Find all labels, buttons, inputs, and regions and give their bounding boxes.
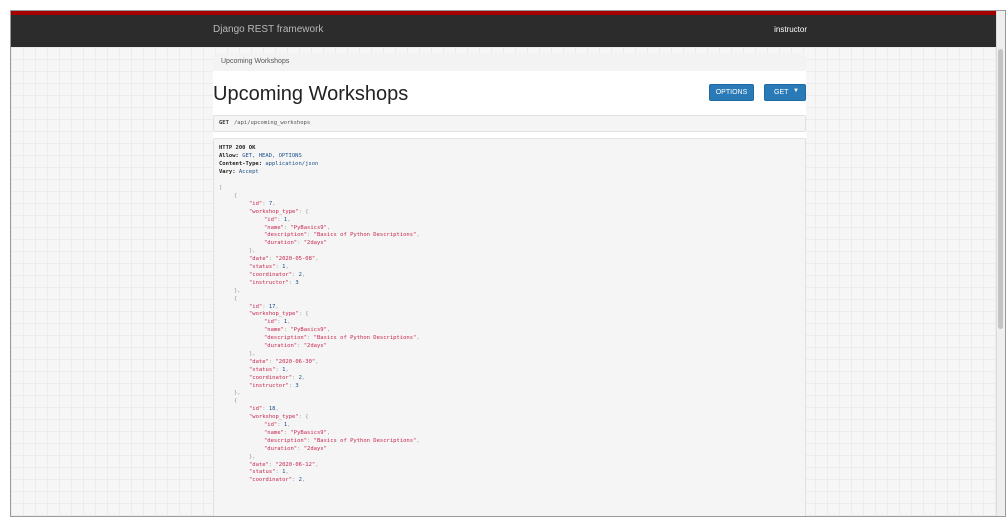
json-workshop-type: "workshop_type": { — [249, 208, 309, 215]
json-wt-id: "id": 1, — [264, 422, 291, 428]
json-status: "status": 1, — [249, 469, 289, 476]
request-method: GET — [219, 120, 229, 126]
json-coordinator: "coordinator": 2, — [249, 271, 306, 278]
json-name: "name": "PyBasics9", — [264, 327, 331, 334]
browser-viewport: Django REST framework instructor Upcomin… — [10, 10, 1006, 517]
json-duration: "duration": "2days" — [264, 445, 327, 452]
json-id: "id": 7, — [249, 200, 276, 207]
json-id: "id": 18, — [249, 406, 279, 413]
json-object-close: }, — [249, 350, 256, 357]
json-object-close: }, — [249, 453, 256, 460]
brand-link[interactable]: Django REST framework — [213, 24, 323, 35]
json-duration: "duration": "2days" — [264, 240, 327, 247]
json-date: "date": "2020-06-12", — [249, 461, 319, 468]
json-open-bracket: [ — [219, 185, 223, 191]
json-object-open: { — [234, 295, 238, 302]
request-info: GET /api/upcoming_workshops — [213, 115, 806, 132]
scrollbar[interactable] — [996, 11, 1005, 516]
breadcrumb-item[interactable]: Upcoming Workshops — [221, 58, 289, 65]
response-info: HTTP 200 OK Allow: GET, HEAD, OPTIONS Co… — [213, 138, 806, 516]
caret-down-icon[interactable]: ▼ — [793, 88, 799, 94]
vary-header: Vary: Accept — [219, 169, 259, 175]
json-instructor: "instructor": 3 — [249, 382, 299, 389]
json-workshop-type: "workshop_type": { — [249, 311, 309, 318]
json-object-close: }, — [249, 248, 256, 255]
json-coordinator: "coordinator": 2, — [249, 374, 306, 381]
json-duration: "duration": "2days" — [264, 343, 327, 349]
json-coordinator: "coordinator": 2, — [249, 477, 306, 484]
json-workshop-type: "workshop_type": { — [249, 414, 309, 421]
json-wt-id: "id": 1, — [264, 216, 291, 223]
json-description: "description": "Basics of Python Descrip… — [264, 437, 420, 444]
json-object-open: { — [234, 192, 238, 199]
get-button[interactable]: GET ▼ — [764, 84, 806, 101]
user-menu[interactable]: instructor — [774, 25, 807, 34]
json-name: "name": "PyBasics9", — [264, 224, 331, 231]
json-date: "date": "2020-05-08", — [249, 256, 319, 263]
json-status: "status": 1, — [249, 366, 289, 373]
scrollbar-thumb[interactable] — [998, 49, 1003, 329]
json-date: "date": "2020-06-30", — [249, 358, 319, 365]
get-button-label: GET — [774, 89, 789, 96]
page-title: Upcoming Workshops — [213, 83, 409, 105]
json-name: "name": "PyBasics9", — [264, 429, 331, 436]
json-description: "description": "Basics of Python Descrip… — [264, 232, 420, 239]
request-url: /api/upcoming_workshops — [234, 120, 311, 126]
allow-header: Allow: GET, HEAD, OPTIONS — [219, 153, 302, 159]
json-description: "description": "Basics of Python Descrip… — [264, 335, 420, 342]
main-content: Upcoming Workshops Upcoming Workshops OP… — [213, 53, 806, 516]
json-object-open: { — [234, 398, 238, 405]
json-wt-id: "id": 1, — [264, 319, 291, 326]
breadcrumb: Upcoming Workshops — [213, 53, 806, 71]
json-object-close: }, — [234, 287, 241, 294]
json-id: "id": 17, — [249, 303, 279, 310]
json-instructor: "instructor": 3 — [249, 279, 299, 286]
content-type-header: Content-Type: application/json — [219, 161, 319, 167]
options-button[interactable]: OPTIONS — [709, 84, 754, 101]
status-line: HTTP 200 OK — [219, 145, 256, 151]
navbar: Django REST framework instructor — [11, 15, 1005, 47]
json-object-close: }, — [234, 390, 241, 397]
json-status: "status": 1, — [249, 264, 289, 270]
